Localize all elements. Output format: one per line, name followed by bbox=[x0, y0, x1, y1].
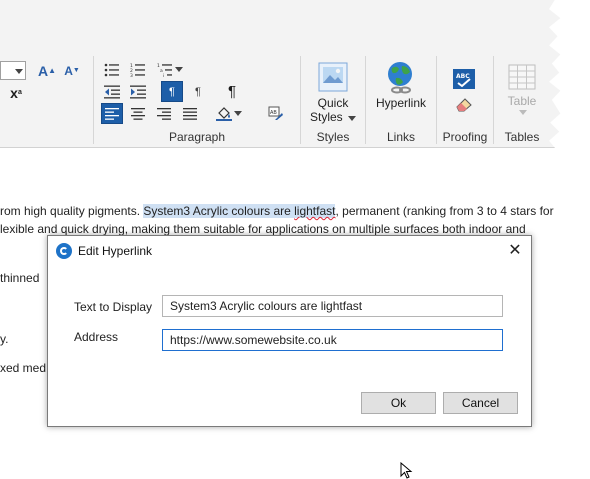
increase-indent-button[interactable] bbox=[127, 81, 149, 102]
document-line: thinned bbox=[0, 271, 40, 285]
quick-styles-label-line2: Styles bbox=[309, 110, 343, 124]
svg-text:i: i bbox=[163, 73, 164, 77]
close-icon[interactable]: ✕ bbox=[505, 241, 525, 261]
grow-font-icon: A bbox=[37, 62, 49, 79]
links-group-label: Links bbox=[386, 130, 415, 144]
clear-format-icon: x bbox=[10, 84, 18, 101]
ltr-paragraph-button[interactable]: ¶ bbox=[161, 81, 183, 102]
address-label: Address bbox=[74, 330, 119, 344]
document-line: xed med bbox=[0, 361, 47, 375]
clear-formatting-button[interactable]: xa bbox=[5, 82, 27, 103]
globe-link-icon bbox=[388, 62, 412, 94]
edit-hyperlink-dialog: Edit Hyperlink ✕ Text to Display Address… bbox=[47, 235, 532, 427]
app-logo-icon bbox=[56, 243, 72, 259]
paragraph-ltr-icon: ¶ bbox=[169, 85, 175, 98]
cancel-button[interactable]: Cancel bbox=[443, 392, 518, 414]
decrease-indent-button[interactable] bbox=[101, 81, 123, 102]
document-line: y. bbox=[0, 332, 9, 346]
ok-button[interactable]: Ok bbox=[361, 392, 436, 414]
numbering-button[interactable]: 123 bbox=[127, 59, 149, 80]
spelling-button[interactable]: ABC bbox=[452, 68, 476, 90]
document-text: , permanent (ranking from 3 to 4 stars f… bbox=[335, 204, 554, 218]
mouse-pointer-icon bbox=[400, 462, 413, 479]
hyperlink-button[interactable]: Hyperlink bbox=[370, 60, 432, 110]
svg-text:3: 3 bbox=[130, 73, 133, 77]
dialog-titlebar[interactable]: Edit Hyperlink ✕ bbox=[48, 236, 531, 266]
chevron-down-icon bbox=[519, 110, 527, 115]
tables-group-label: Tables bbox=[504, 130, 540, 144]
dialog-title: Edit Hyperlink bbox=[78, 244, 153, 258]
app-screenshot: A ▲ A ▼ xa 123 1ai ¶ ¶ ¶ AB Paragraph Qu… bbox=[0, 0, 561, 449]
shrink-font-button[interactable]: A ▼ bbox=[61, 60, 83, 81]
eraser-icon bbox=[456, 98, 472, 112]
align-center-button[interactable] bbox=[127, 103, 149, 124]
numbered-list-icon: 123 bbox=[130, 63, 145, 77]
thesaurus-button[interactable] bbox=[452, 93, 476, 115]
shading-button[interactable] bbox=[211, 103, 247, 124]
chevron-down-icon bbox=[234, 111, 242, 116]
shrink-font-icon: A bbox=[64, 63, 73, 78]
text-to-display-label: Text to Display bbox=[74, 300, 153, 314]
align-right-icon bbox=[157, 107, 171, 120]
multilevel-list-icon: 1ai bbox=[157, 63, 172, 77]
align-left-button[interactable] bbox=[101, 103, 123, 124]
align-left-icon bbox=[105, 107, 119, 120]
justify-icon bbox=[183, 107, 197, 120]
bullets-button[interactable] bbox=[101, 59, 123, 80]
spell-check-icon: ABC bbox=[453, 69, 475, 89]
proofing-group-label: Proofing bbox=[442, 130, 488, 144]
chevron-down-icon bbox=[348, 116, 357, 121]
table-label: Table bbox=[507, 94, 537, 108]
text-to-display-input[interactable] bbox=[162, 295, 503, 317]
decrease-indent-icon bbox=[104, 85, 120, 98]
selected-text-part: System3 Acrylic colours are bbox=[143, 204, 295, 218]
svg-text:AB: AB bbox=[270, 110, 277, 116]
align-right-button[interactable] bbox=[153, 103, 175, 124]
grow-font-button[interactable]: A ▲ bbox=[36, 60, 58, 81]
bullet-list-icon bbox=[104, 63, 119, 76]
selected-text: System3 Acrylic colours are lightfast bbox=[143, 204, 336, 218]
rtl-paragraph-button[interactable]: ¶ bbox=[187, 81, 209, 102]
styles-group-label: Styles bbox=[316, 130, 350, 144]
justify-button[interactable] bbox=[179, 103, 201, 124]
quick-styles-button[interactable]: Quick Styles bbox=[309, 62, 357, 124]
misspelled-word: lightfast bbox=[294, 204, 336, 218]
paragraph-group-label: Paragraph bbox=[168, 130, 226, 144]
svg-text:ABC: ABC bbox=[456, 73, 470, 80]
paragraph-rtl-icon: ¶ bbox=[195, 85, 201, 98]
paragraph-settings-icon: AB bbox=[268, 106, 283, 120]
paragraph-settings-button[interactable]: AB bbox=[265, 103, 287, 124]
ribbon: A ▲ A ▼ xa 123 1ai ¶ ¶ ¶ AB Paragraph Qu… bbox=[0, 0, 561, 148]
table-button[interactable]: Table bbox=[500, 64, 544, 115]
paint-bucket-icon bbox=[216, 107, 232, 121]
address-input[interactable] bbox=[162, 329, 503, 351]
multilevel-list-button[interactable]: 1ai bbox=[153, 59, 187, 80]
show-marks-button[interactable]: ¶ bbox=[221, 81, 243, 102]
pilcrow-icon: ¶ bbox=[227, 83, 237, 100]
hyperlink-label: Hyperlink bbox=[375, 96, 426, 110]
document-line: lexible and quick drying, making them su… bbox=[0, 222, 526, 236]
document-text: rom high quality pigments. bbox=[0, 204, 144, 218]
quick-styles-icon bbox=[318, 62, 348, 92]
font-size-combo[interactable] bbox=[0, 61, 26, 80]
quick-styles-label-line1: Quick bbox=[317, 96, 349, 110]
align-center-icon bbox=[131, 107, 145, 120]
chevron-down-icon bbox=[15, 69, 23, 74]
document-line: rom high quality pigments. System3 Acryl… bbox=[0, 204, 554, 218]
increase-indent-icon bbox=[130, 85, 146, 98]
chevron-down-icon bbox=[175, 67, 183, 72]
table-icon bbox=[508, 64, 536, 90]
